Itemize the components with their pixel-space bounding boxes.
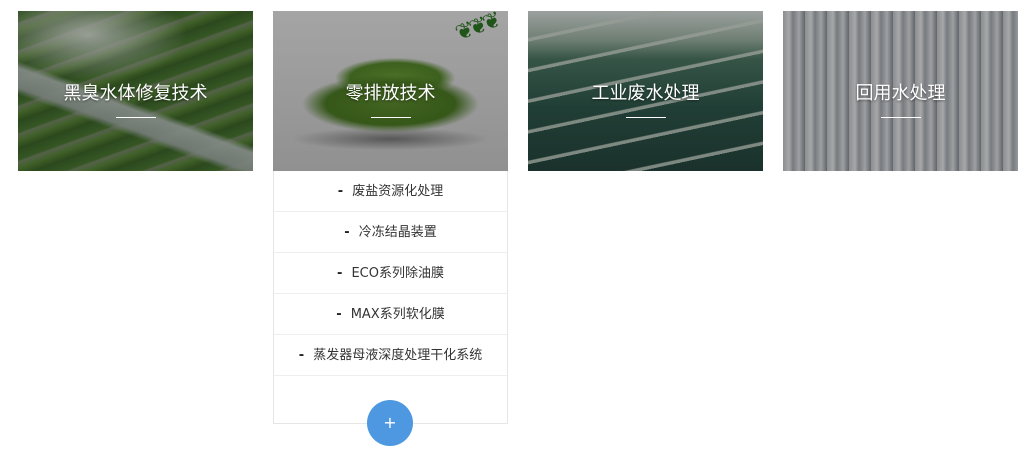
dash-icon: - [298, 348, 305, 363]
card-industrial-wastewater[interactable]: 工业废水处理 [528, 11, 763, 171]
more-button[interactable]: + [367, 400, 413, 446]
card-reclaimed-water[interactable]: 回用水处理 [783, 11, 1018, 171]
submenu-item-evaporator-drying[interactable]: - 蒸发器母液深度处理干化系统 [274, 335, 507, 376]
card-title: 零排放技术 [345, 83, 436, 104]
submenu-item-eco-membrane[interactable]: - ECO系列除油膜 [274, 253, 507, 294]
card-title: 回用水处理 [855, 83, 946, 104]
dash-icon: - [344, 225, 350, 240]
submenu-item-label: 冷冻结晶装置 [358, 225, 437, 240]
card-title: 黑臭水体修复技术 [63, 83, 208, 104]
submenu-item-freeze-crystallization[interactable]: - 冷冻结晶装置 [274, 212, 507, 253]
card-zero-discharge[interactable]: ❦❦❦ 零排放技术 [273, 11, 508, 171]
submenu-item-label: 蒸发器母液深度处理干化系统 [313, 348, 483, 363]
card-black-water-remediation[interactable]: 黑臭水体修复技术 [18, 11, 253, 171]
dash-icon: - [337, 266, 343, 281]
dash-icon: - [336, 307, 342, 322]
title-underline [371, 117, 411, 118]
submenu-item-max-membrane[interactable]: - MAX系列软化膜 [274, 294, 507, 335]
submenu-item-label: MAX系列软化膜 [350, 307, 445, 322]
dash-icon: - [337, 184, 344, 199]
card-title: 工业废水处理 [591, 83, 700, 104]
zero-discharge-submenu: - 废盐资源化处理 - 冷冻结晶装置 - ECO系列除油膜 - MAX系列软化膜 - 蒸发… [273, 171, 508, 424]
title-underline [116, 117, 156, 118]
title-underline [881, 117, 921, 118]
title-underline [626, 117, 666, 118]
submenu-item-label: 废盐资源化处理 [352, 184, 444, 199]
submenu-item-waste-salt[interactable]: - 废盐资源化处理 [274, 171, 507, 212]
submenu-item-label: ECO系列除油膜 [351, 266, 444, 281]
